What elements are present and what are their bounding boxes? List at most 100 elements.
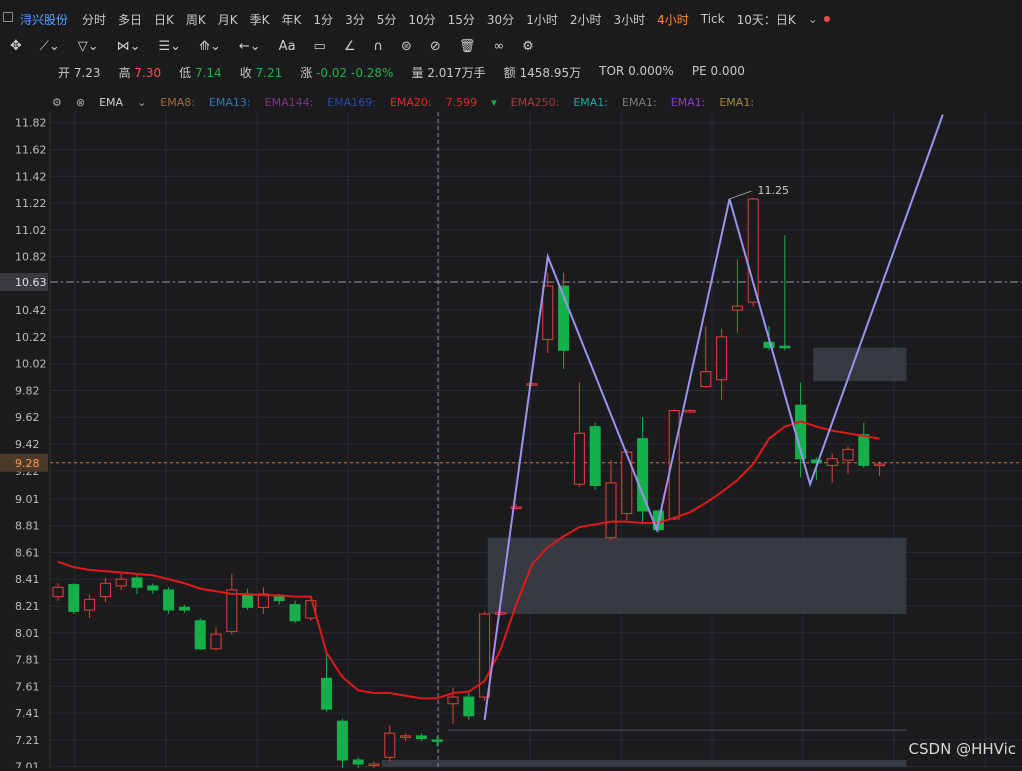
stock-name[interactable]: 浔兴股份 <box>20 11 68 28</box>
candle[interactable] <box>68 583 80 615</box>
candle[interactable] <box>289 600 301 624</box>
trend-line-icon[interactable]: ⟋⌄ <box>40 39 60 54</box>
candle[interactable] <box>321 654 333 712</box>
candle[interactable] <box>336 718 348 771</box>
candle[interactable] <box>99 577 111 602</box>
timeframe-5[interactable]: 季K <box>250 11 270 28</box>
candle[interactable] <box>589 422 601 490</box>
candle[interactable] <box>210 627 222 651</box>
chevron-down-icon[interactable]: ⌄ <box>137 96 146 109</box>
candle[interactable] <box>242 588 254 611</box>
move-cross-icon[interactable]: ✥ <box>10 38 22 54</box>
tor: TOR 0.000% <box>599 64 674 78</box>
gear-icon[interactable]: ⚙ <box>522 39 534 54</box>
candle[interactable] <box>858 422 870 469</box>
text-icon[interactable]: Aa <box>279 39 296 54</box>
candle[interactable] <box>605 460 617 541</box>
candle[interactable] <box>637 417 649 525</box>
y-tick-label: 11.82 <box>15 117 47 130</box>
supply-demand-zone[interactable] <box>448 729 907 732</box>
chart-svg[interactable]: 11.82 11.62 11.42 11.22 11.02 10.82 10.42 10.22… <box>0 112 1022 771</box>
candle[interactable] <box>115 573 127 590</box>
hide-icon[interactable]: ⊘ <box>430 39 441 54</box>
candle[interactable] <box>384 725 396 762</box>
timeframe-12[interactable]: 30分 <box>487 11 514 28</box>
ema-item-7: EMA1: <box>573 95 609 109</box>
link-icon[interactable]: ∞ <box>493 39 504 54</box>
timeframe-18[interactable]: 10天：日K <box>737 11 796 28</box>
fib-icon[interactable]: ☰⌄ <box>159 39 182 54</box>
candle[interactable] <box>226 573 238 635</box>
magnet-icon[interactable]: ∩ <box>373 39 383 54</box>
lock-icon[interactable]: ⊜ <box>401 39 412 54</box>
candle-body <box>68 584 80 612</box>
quote-line: 开 7.23 高 7.30 低 7.14 收 7.21 涨 -0.02 -0.2… <box>58 64 745 80</box>
chevron-down-icon[interactable]: ⌄ <box>808 12 818 26</box>
timeframe-6[interactable]: 年K <box>282 11 302 28</box>
candle-body <box>747 198 759 303</box>
candle[interactable] <box>131 573 143 594</box>
timeframe-8[interactable]: 3分 <box>345 11 365 28</box>
timeframe-11[interactable]: 15分 <box>448 11 475 28</box>
supply-demand-zone[interactable] <box>381 759 907 767</box>
position-icon[interactable]: ⟰⌄ <box>199 39 221 54</box>
pattern-icon[interactable]: ⋈⌄ <box>117 39 141 54</box>
candle-body <box>858 434 870 466</box>
timeframe-10[interactable]: 10分 <box>408 11 435 28</box>
candle-body <box>637 438 649 512</box>
timeframe-13[interactable]: 1小时 <box>526 11 558 28</box>
arrow-icon[interactable]: ←⌄ <box>239 39 261 54</box>
candle[interactable] <box>163 587 175 615</box>
close-icon[interactable]: ⊗ <box>76 96 85 109</box>
ruler-icon[interactable]: ∠ <box>344 39 356 54</box>
timeframe-1[interactable]: 多日 <box>118 11 142 28</box>
timeframe-7[interactable]: 1分 <box>313 11 333 28</box>
y-tick-label: 10.82 <box>15 251 47 264</box>
watermark: CSDN @HHVic <box>908 740 1016 758</box>
supply-demand-zone[interactable] <box>813 347 907 382</box>
candlestick-chart[interactable]: 11.82 11.62 11.42 11.22 11.02 10.82 10.42 10.22… <box>0 112 1022 771</box>
candle[interactable] <box>257 587 269 615</box>
timeframe-17[interactable]: Tick <box>701 12 725 26</box>
candle-body <box>700 371 712 387</box>
candle[interactable] <box>194 618 206 651</box>
grid <box>50 112 1022 768</box>
candle[interactable] <box>573 382 585 487</box>
timeframe-toolbar: 浔兴股份 分时 多日 日K 周K 月K 季K 年K 1分 3分 5分 10分 15分 30分 1小时 2小时… <box>0 8 1022 30</box>
candle[interactable] <box>526 382 538 386</box>
candle[interactable] <box>431 735 443 747</box>
supply-demand-zone[interactable] <box>487 537 907 615</box>
candle[interactable] <box>463 693 475 720</box>
timeframe-15[interactable]: 3小时 <box>613 11 645 28</box>
timeframe-16[interactable]: 4小时 <box>657 11 689 28</box>
comment-icon[interactable]: ▭ <box>314 39 326 54</box>
candle-body <box>589 426 601 487</box>
y-tick-label: 10.42 <box>15 304 47 317</box>
candle[interactable] <box>621 449 633 521</box>
candle[interactable] <box>747 197 759 307</box>
candle[interactable] <box>826 453 838 483</box>
timeframe-9[interactable]: 5分 <box>377 11 397 28</box>
channel-icon[interactable]: ▽⌄ <box>78 39 99 54</box>
timeframe-3[interactable]: 周K <box>186 11 206 28</box>
trash-icon[interactable]: 🗑 <box>459 39 476 54</box>
candle[interactable] <box>147 583 159 594</box>
timeframe-14[interactable]: 2小时 <box>570 11 602 28</box>
candle[interactable] <box>779 235 791 351</box>
ema-item-6: EMA250: <box>510 95 560 109</box>
candle[interactable] <box>842 446 854 474</box>
candle[interactable] <box>731 259 743 333</box>
candle[interactable] <box>874 461 886 477</box>
candle[interactable] <box>84 593 96 619</box>
indicator-name[interactable]: EMA <box>99 96 123 109</box>
candle[interactable] <box>684 409 696 413</box>
candle[interactable] <box>700 326 712 388</box>
timeframe-4[interactable]: 月K <box>218 11 238 28</box>
candle-body <box>479 613 491 698</box>
candle[interactable] <box>52 583 64 601</box>
candle[interactable] <box>716 328 728 400</box>
low: 低 7.14 <box>179 66 222 80</box>
timeframe-0[interactable]: 分时 <box>82 11 106 28</box>
timeframe-2[interactable]: 日K <box>154 11 174 28</box>
gear-icon[interactable]: ⚙ <box>52 96 62 109</box>
